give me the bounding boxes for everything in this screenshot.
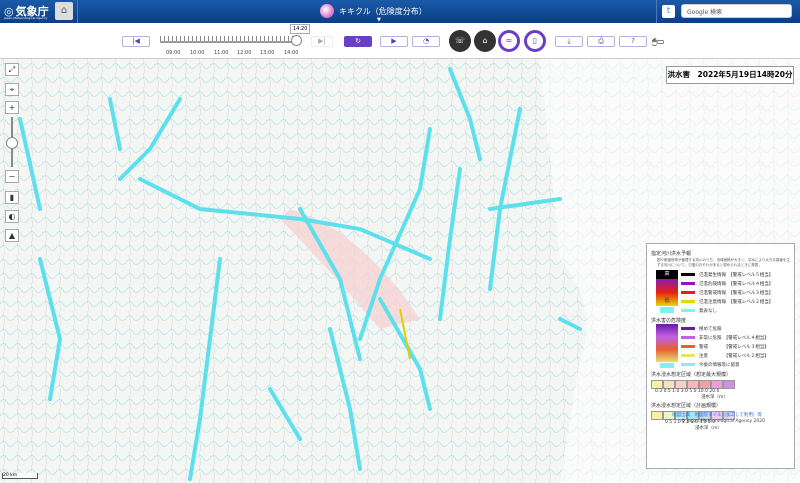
legend-heading: 洪水浸水想定区域（想定最大規模） [651,372,732,378]
play-button[interactable]: ▶ [380,36,408,47]
depth-swatch [663,380,675,389]
depth-label: 浸水深（m） [695,426,722,431]
depth-swatch [723,380,735,389]
depth-swatch [699,380,711,389]
location-button[interactable]: ⌖ [5,83,19,96]
legend-heading: 洪水浸水想定区域（計画規模） [651,403,722,409]
legend-item: 氾濫警戒情報 【警戒レベル３相当】 [681,288,790,297]
next-button[interactable]: ▶| [311,36,333,47]
legend-item: 警戒 【警戒レベル３相当】 [681,342,790,351]
jump-start-button[interactable]: |◀ [122,36,150,47]
twitter-icon[interactable]: t [662,5,675,18]
home-button[interactable]: ⌂ [55,2,73,20]
download-button[interactable]: ⤓ [555,36,583,47]
river-icon[interactable]: ≈ [498,30,520,52]
map-book-icon[interactable]: ▮ [5,191,19,204]
legend-item: 注意 【警戒レベル２相当】 [681,351,790,360]
legend: 指定河川洪水予報 国や都道府県が管理する河川のうち、流域面積が大きく、洪水により… [646,243,795,469]
search-input[interactable]: Google 検索 [681,4,792,18]
depth-swatch [651,380,663,389]
time-label: 11:00 [214,50,229,56]
zoom-slider-handle[interactable] [6,137,18,149]
depth-swatch [711,380,723,389]
legend-item: 氾濫発生情報 【警戒レベル５相当】 [681,270,790,279]
fullscreen-button[interactable]: ⤢ [5,63,19,76]
legend-item: 氾濫危険情報 【警戒レベル４相当】 [681,279,790,288]
time-label: 13:00 [260,50,275,56]
map[interactable]: ⤢ ⌖ + − ▮ ◐ ▲ 洪水害 2022年5月19日14時20分 指定河川洪… [0,59,800,483]
map-layer-icon[interactable]: ▯ [524,30,546,52]
depth-scale-max [651,380,790,389]
shelter-icon[interactable]: ⌂ [474,30,496,52]
scale-bar: 20 km [2,473,38,479]
legend-item: 非常に危険 【警戒レベル４相当】 [681,333,790,342]
toolbar: |◀ 14:20 09:00 10:00 11:00 12:00 13:00 1… [0,23,800,59]
depth-swatch [675,380,687,389]
mouse-keyboard-icon[interactable]: 🖱▭ [652,37,664,47]
legend-item: 極めて危険 [681,324,790,333]
latest-button[interactable]: ↻ [344,36,372,47]
legend-heading: 指定河川洪水予報 [651,251,692,257]
legend-item: 発表なし [681,306,790,315]
app-title[interactable]: キキクル（危険度分布） [320,4,427,18]
speed-button[interactable]: ◔ [412,36,440,47]
map-source-link[interactable]: 地図出典 地理院タイル（加工して利用）等 [672,412,762,418]
water-drop-icon[interactable]: ◐ [5,210,19,223]
jma-logo[interactable]: ◎ 気象庁 Japan Meteorological Agency [4,3,49,21]
depth-swatch [651,411,663,420]
legend-low-label: 低 [664,298,670,304]
legend-high-label: 高 [656,270,678,279]
print-button[interactable]: ⎙ [587,36,615,47]
time-label: 14:00 [284,50,299,56]
time-label: 10:00 [190,50,205,56]
terrain-icon[interactable]: ▲ [5,229,19,242]
depth-label: 浸水深（m） [701,395,728,400]
kikikuru-mascot-icon [320,4,334,18]
legend-heading: 洪水害の危険度 [651,318,687,324]
depth-swatch [687,380,699,389]
legend-note: 国や都道府県が管理する河川のうち、流域面積が大きく、洪水により大きな損害を生ずる… [657,258,790,267]
copyright: © Japan Meteorological Agency 2020 [681,419,765,424]
time-tooltip: 14:20 [290,24,311,34]
zoom-in-button[interactable]: + [5,101,19,114]
time-label: 12:00 [237,50,252,56]
legend-item: 氾濫注意情報 【警戒レベル２相当】 [681,297,790,306]
legend-none-swatch [660,363,674,368]
legend-gradient [656,324,678,362]
header: ◎ 気象庁 Japan Meteorological Agency ⌂ キキクル（危… [0,0,800,23]
map-title: 洪水害 2022年5月19日14時20分 [666,66,794,84]
divider [77,0,78,23]
time-label: 09:00 [166,50,181,56]
time-slider[interactable] [160,41,300,43]
legend-none-swatch [660,307,674,313]
phone-notify-icon[interactable]: ☏ [449,30,471,52]
legend-item: 今後の情報等に留意 [681,360,790,369]
help-button[interactable]: ? [619,36,647,47]
zoom-out-button[interactable]: − [5,170,19,183]
divider [656,0,657,23]
time-slider-handle[interactable] [290,35,302,46]
